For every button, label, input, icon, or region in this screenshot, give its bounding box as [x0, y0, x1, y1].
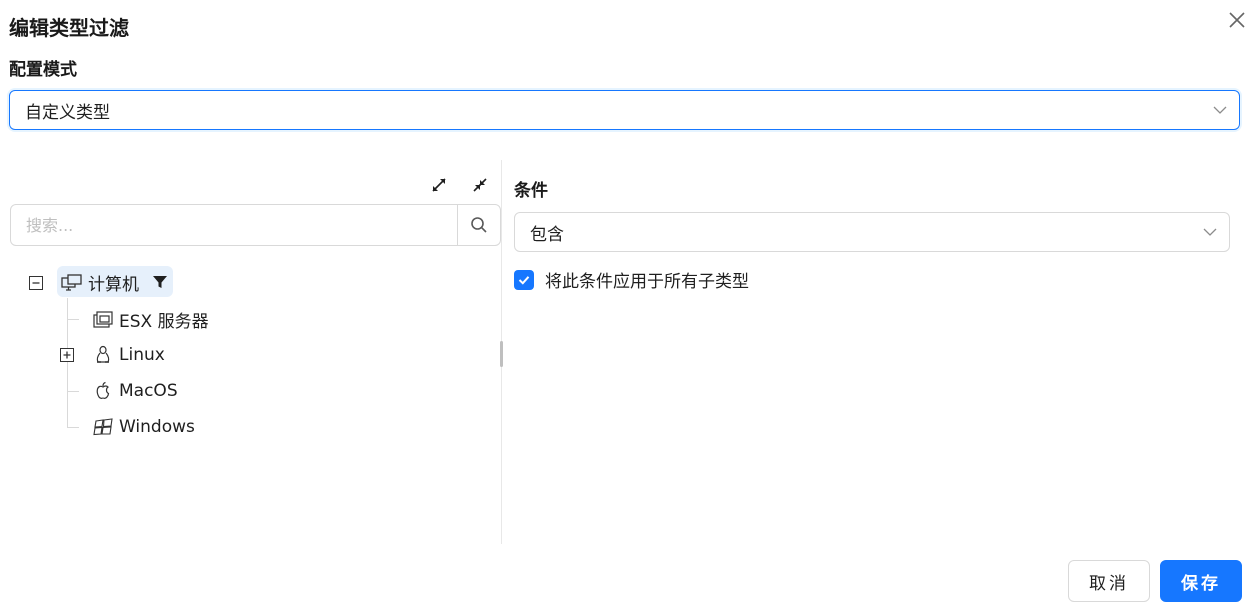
tree-node-label: MacOS [119, 381, 178, 401]
expand-all-icon[interactable] [430, 176, 448, 194]
tree-connector [67, 298, 68, 428]
condition-select[interactable]: 包含 [514, 212, 1230, 252]
filter-icon[interactable] [152, 274, 168, 290]
server-icon [93, 311, 113, 328]
tree-node-computer[interactable]: 计算机 [61, 267, 168, 297]
windows-icon [93, 418, 113, 436]
save-button[interactable]: 保存 [1160, 560, 1242, 602]
tree-node-esx[interactable]: ESX 服务器 [93, 304, 209, 334]
check-icon [518, 275, 530, 285]
config-mode-value: 自定义类型 [25, 102, 110, 123]
tree-node-label: Linux [119, 345, 165, 365]
minus-icon [32, 282, 40, 284]
search-button[interactable] [457, 205, 500, 245]
tree-node-linux[interactable]: Linux [93, 340, 165, 370]
dialog-title: 编辑类型过滤 [9, 16, 129, 40]
tree-connector [67, 427, 79, 428]
tree-node-windows[interactable]: Windows [93, 412, 195, 442]
condition-value: 包含 [530, 224, 564, 245]
tree-search [10, 204, 501, 246]
chevron-down-icon [1213, 106, 1227, 114]
tree-node-label: ESX 服务器 [119, 311, 209, 332]
tree-collapse-toggle[interactable] [29, 276, 43, 290]
tree-expand-toggle[interactable] [60, 348, 74, 362]
resize-handle[interactable] [500, 341, 503, 367]
tree-connector [67, 319, 79, 320]
apply-to-children-checkbox[interactable] [514, 269, 534, 290]
apply-to-children-row[interactable]: 将此条件应用于所有子类型 [514, 267, 749, 292]
tree-node-label: Windows [119, 417, 195, 437]
search-icon [471, 217, 487, 233]
chevron-down-icon [1203, 228, 1217, 236]
plus-icon [63, 351, 71, 359]
tree-connector [67, 391, 79, 392]
apple-icon [96, 381, 110, 399]
computer-icon [61, 274, 82, 291]
close-icon[interactable] [1226, 9, 1248, 31]
condition-label: 条件 [514, 181, 548, 201]
cancel-button[interactable]: 取消 [1068, 560, 1150, 602]
config-mode-select[interactable]: 自定义类型 [9, 90, 1240, 130]
search-input[interactable] [11, 205, 457, 245]
linux-icon [96, 345, 110, 363]
apply-to-children-label: 将此条件应用于所有子类型 [545, 272, 749, 292]
tree-node-label: 计算机 [88, 274, 139, 295]
tree-node-macos[interactable]: MacOS [93, 376, 178, 406]
config-mode-label: 配置模式 [9, 60, 77, 80]
collapse-all-icon[interactable] [471, 176, 489, 194]
